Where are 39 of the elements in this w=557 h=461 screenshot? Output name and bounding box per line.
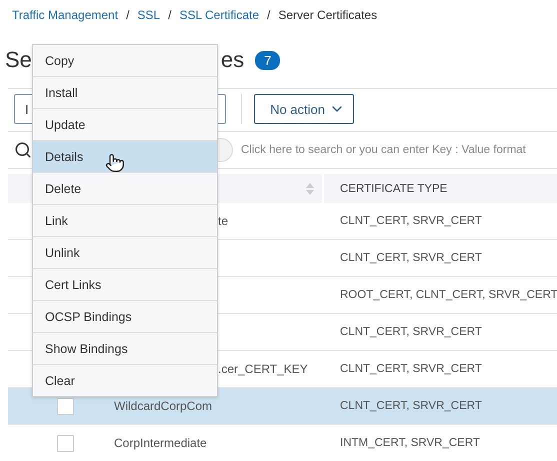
breadcrumb-current: Server Certificates [278,8,378,22]
count-badge: 7 [255,50,280,70]
table-cell-text: CLNT_CERT, SRVR_CERT [339,325,483,340]
table-cell: te [218,214,228,228]
action-select[interactable]: No action [254,94,354,124]
breadcrumb-separator: / [168,8,172,22]
table-cell: WildcardCorpCom [114,399,212,413]
table-cell-text: INTM_CERT, SRVR_CERT [339,436,481,451]
page-title: es [220,47,244,73]
menu-item[interactable]: Details [33,141,217,173]
menu-item[interactable]: Clear [33,365,217,396]
table-row[interactable]: WildcardCorpCom CLNT_CERT, SRVR_CERT [8,388,557,425]
row-checkbox[interactable] [57,398,74,414]
menu-item[interactable]: Link [33,205,217,237]
table-cell-text: CLNT_CERT, SRVR_CERT [339,399,483,414]
breadcrumb-link[interactable]: Traffic Management [12,8,118,22]
column-header[interactable]: CERTIFICATE TYPE [324,174,557,203]
menu-item[interactable]: Show Bindings [33,333,217,365]
row-checkbox[interactable] [57,434,74,452]
table-cell-text: CLNT_CERT, SRVR_CERT [339,214,483,229]
breadcrumb-link[interactable]: SSL [137,8,160,22]
breadcrumb-separator: / [267,8,270,22]
menu-item[interactable]: Delete [33,173,217,205]
table-cell: .cer_CERT_KEY [218,362,308,376]
menu-item[interactable]: Update [33,109,217,141]
table-cell: CorpIntermediate [114,436,207,450]
menu-item[interactable]: Cert Links [33,269,217,301]
hand-cursor-icon [105,153,125,173]
page-title: Se [5,47,32,73]
menu-item[interactable]: Unlink [33,237,217,269]
search-icon [14,141,32,159]
breadcrumb-separator: / [126,8,130,22]
column-header-label: CERTIFICATE TYPE [340,182,448,194]
table-cell-text: CLNT_CERT, SRVR_CERT [339,362,483,377]
menu-item[interactable]: OCSP Bindings [33,301,217,333]
breadcrumb-link[interactable]: SSL Certificate [179,8,260,22]
menu-item[interactable]: Copy [33,45,217,77]
menu-item[interactable]: Install [33,77,217,109]
table-cell-text: CLNT_CERT, SRVR_CERT [339,251,483,266]
